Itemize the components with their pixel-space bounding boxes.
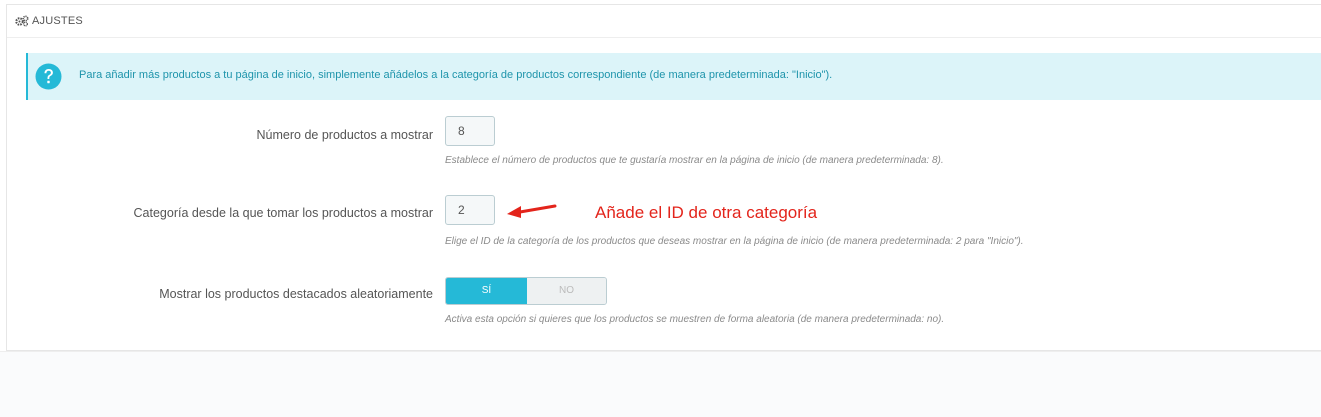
panel-heading: AJUSTES bbox=[7, 5, 1321, 38]
toggle-no-option[interactable]: NO bbox=[527, 278, 606, 304]
num-products-help: Establece el número de productos que te … bbox=[445, 155, 944, 166]
question-circle-icon bbox=[35, 63, 62, 90]
panel-footer bbox=[0, 351, 1321, 417]
annotation-text: Añade el ID de otra categoría bbox=[595, 203, 818, 222]
random-help: Activa esta opción si quieres que los pr… bbox=[445, 314, 945, 325]
category-label: Categoría desde la que tomar los product… bbox=[133, 206, 433, 220]
info-alert: Para añadir más productos a tu página de… bbox=[26, 53, 1321, 100]
gears-icon bbox=[15, 15, 29, 27]
random-label: Mostrar los productos destacados aleator… bbox=[159, 287, 433, 301]
settings-panel: AJUSTES Para añadir más productos a tu p… bbox=[6, 4, 1321, 351]
category-help: Elige el ID de la categoría de los produ… bbox=[445, 236, 1024, 247]
toggle-yes-option[interactable]: SÍ bbox=[446, 278, 527, 304]
panel-title: AJUSTES bbox=[32, 15, 83, 27]
alert-text: Para añadir más productos a tu página de… bbox=[79, 69, 833, 81]
category-input[interactable]: 2 bbox=[445, 195, 495, 225]
num-products-label: Número de productos a mostrar bbox=[256, 128, 433, 142]
red-arrow-icon bbox=[507, 204, 557, 218]
num-products-input[interactable]: 8 bbox=[445, 116, 495, 146]
random-toggle[interactable]: SÍ NO bbox=[445, 277, 607, 305]
